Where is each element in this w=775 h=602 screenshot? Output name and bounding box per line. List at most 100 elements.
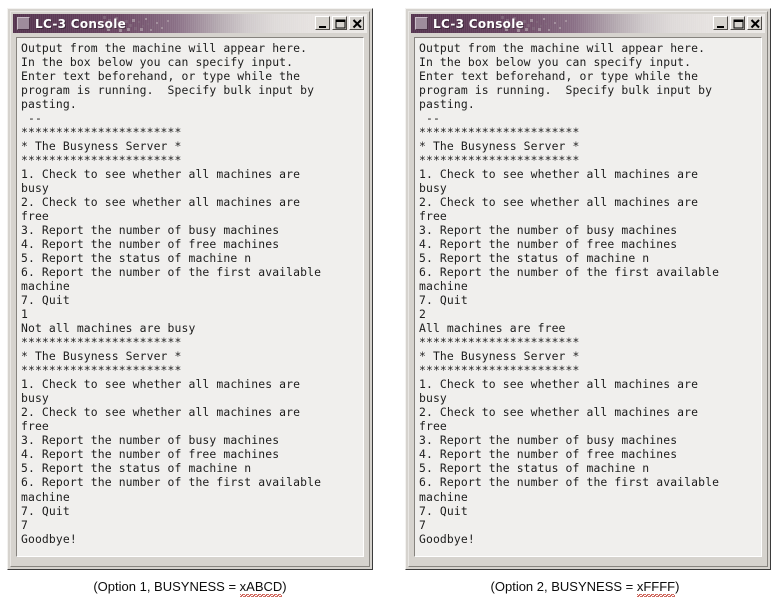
console-line: *********************** [21,335,182,350]
window-controls [315,16,364,30]
console-line: 6. Report the number of the first availa… [419,475,720,490]
console-line: In the box below you can specify input. [419,55,692,70]
console-line: Enter text beforehand, or type while the [419,69,699,84]
console-line: *********************** [21,153,182,168]
console-output-area[interactable]: Output from the machine will appear here… [16,37,364,557]
console-line: 1. Check to see whether all machines are [21,377,301,392]
console-line: busy [21,181,49,196]
console-line: 3. Report the number of busy machines [21,433,280,448]
window-title: LC-3 Console [433,16,525,31]
console-line: 7 [419,517,426,532]
screenshot-root: LC-3 Console Output from the machine wil… [0,0,775,602]
console-line: 5. Report the status of machine n [419,461,650,476]
console-line: Goodbye! [21,531,77,546]
console-line: 6. Report the number of the first availa… [21,475,322,490]
console-line: free [21,419,49,434]
console-line: pasting. [419,97,475,112]
console-line: Output from the machine will appear here… [419,41,706,55]
console-line: free [419,209,447,224]
title-bar[interactable]: LC-3 Console [13,14,367,33]
console-line: program is running. Specify bulk input b… [419,83,713,98]
console-line: 5. Report the status of machine n [21,251,252,266]
console-line: 3. Report the number of busy machines [21,223,280,238]
figure-caption-option-1: (Option 1, BUSYNESS = xABCD) [0,579,380,594]
console-line: 3. Report the number of busy machines [419,223,678,238]
console-line: -- [21,111,42,126]
console-line: 6. Report the number of the first availa… [419,265,720,280]
console-line: machine [21,279,70,294]
caption-suffix: ) [675,579,680,594]
console-text-block: Output from the machine will appear here… [17,38,363,548]
console-line: All machines are free [419,321,566,336]
console-line: 5. Report the status of machine n [419,251,650,266]
caption-prefix: (Option 2, BUSYNESS = [490,579,637,594]
console-line: 4. Report the number of free machines [419,447,678,462]
console-line: In the box below you can specify input. [21,55,294,70]
console-line: program is running. Specify bulk input b… [21,83,315,98]
console-line: * The Busyness Server * [21,139,182,154]
console-line: * The Busyness Server * [419,139,580,154]
console-line: *********************** [21,363,182,378]
console-line: 1. Check to see whether all machines are [21,167,301,182]
caption-prefix: (Option 1, BUSYNESS = [93,579,240,594]
window-inner-frame: LC-3 Console Output from the machine wil… [10,11,370,567]
lc3-console-window-option-2[interactable]: LC-3 Console Output from the machine wil… [405,8,771,570]
console-line: machine [419,279,468,294]
console-line: 1. Check to see whether all machines are [419,377,699,392]
console-line: * The Busyness Server * [419,349,580,364]
console-line: machine [419,489,468,504]
console-line: 2. Check to see whether all machines are [21,405,301,420]
console-line: pasting. [21,97,77,112]
console-line: * The Busyness Server * [21,349,182,364]
console-line: 2. Check to see whether all machines are [419,405,699,420]
caption-value-misspelled: xFFFF [636,579,676,594]
console-line: 6. Report the number of the first availa… [21,265,322,280]
console-line: 4. Report the number of free machines [419,237,678,252]
console-line: busy [21,391,49,406]
console-line: 2. Check to see whether all machines are [419,195,699,210]
figure-caption-option-2: (Option 2, BUSYNESS = xFFFF) [395,579,775,594]
console-line: free [21,209,49,224]
window-inner-frame: LC-3 Console Output from the machine wil… [408,11,768,567]
close-button[interactable] [747,16,762,30]
console-line: Not all machines are busy [21,321,196,336]
console-output-area[interactable]: Output from the machine will appear here… [414,37,762,557]
console-line: *********************** [21,125,182,140]
console-line: 7. Quit [21,293,70,308]
console-line: *********************** [419,153,580,168]
console-line: 2. Check to see whether all machines are [21,195,301,210]
console-line: Goodbye! [419,531,475,546]
minimize-button[interactable] [713,16,728,30]
lc3-console-window-option-1[interactable]: LC-3 Console Output from the machine wil… [7,8,373,570]
console-line: 4. Report the number of free machines [21,237,280,252]
console-line: busy [419,391,447,406]
console-line: busy [419,181,447,196]
maximize-button[interactable] [332,16,347,30]
console-line: 3. Report the number of busy machines [419,433,678,448]
window-system-menu-icon[interactable] [415,17,428,30]
console-line: *********************** [419,125,580,140]
window-controls [713,16,762,30]
maximize-button[interactable] [730,16,745,30]
console-line: 7. Quit [419,293,468,308]
console-text-block: Output from the machine will appear here… [415,38,761,548]
console-line: 1. Check to see whether all machines are [419,167,699,182]
console-line: 7 [21,517,28,532]
console-line: 7. Quit [21,503,70,518]
console-line: 4. Report the number of free machines [21,447,280,462]
minimize-button[interactable] [315,16,330,30]
window-system-menu-icon[interactable] [17,17,30,30]
console-line: *********************** [419,335,580,350]
console-line: free [419,419,447,434]
console-line: Output from the machine will appear here… [21,41,308,55]
console-line: 1 [21,307,28,322]
console-line: -- [419,111,440,126]
console-line: *********************** [419,363,580,378]
console-line: 2 [419,307,426,322]
caption-value-misspelled: xABCD [239,579,283,594]
console-line: 5. Report the status of machine n [21,461,252,476]
console-line: machine [21,489,70,504]
title-bar[interactable]: LC-3 Console [411,14,765,33]
window-title: LC-3 Console [35,16,127,31]
close-button[interactable] [349,16,364,30]
